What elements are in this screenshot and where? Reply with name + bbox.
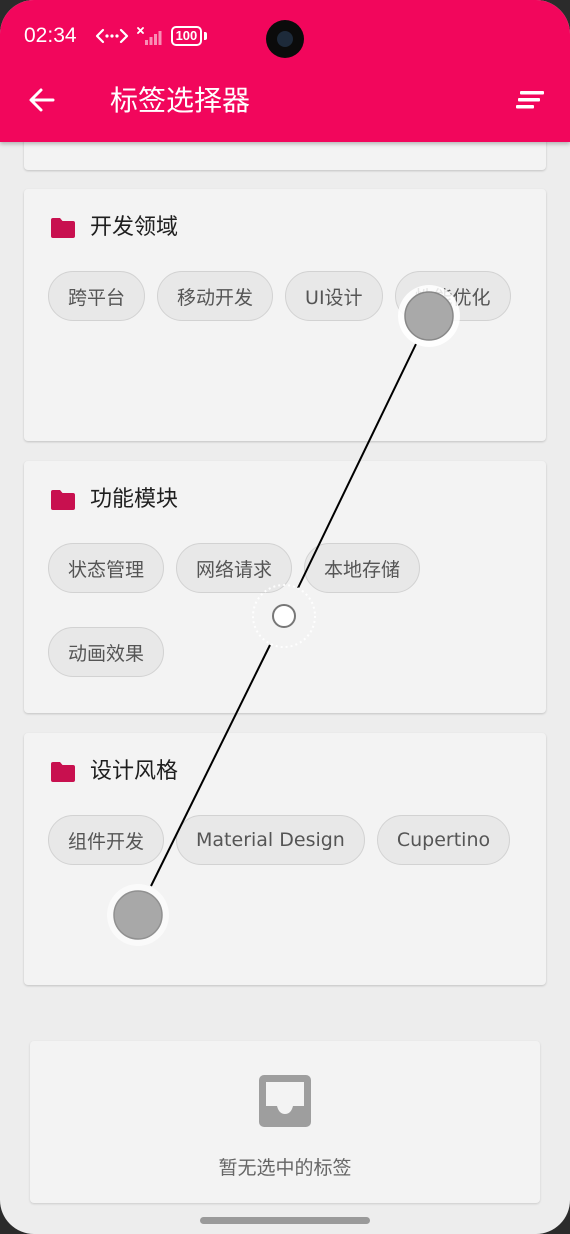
inbox-icon bbox=[259, 1075, 311, 1127]
status-bar: 02:34 100 bbox=[24, 22, 208, 50]
tag-chip[interactable]: 网络请求 bbox=[176, 543, 293, 593]
tag-chip[interactable]: Cupertino bbox=[376, 815, 511, 865]
data-transfer-icon bbox=[95, 28, 128, 44]
tag-chip[interactable]: Material Design bbox=[176, 815, 365, 865]
folder-icon bbox=[51, 218, 75, 238]
section-title: 功能模块 bbox=[90, 487, 179, 512]
tag-chip[interactable]: UI设计 bbox=[285, 271, 383, 321]
home-indicator[interactable] bbox=[200, 1217, 370, 1224]
section-title: 开发领域 bbox=[90, 215, 179, 240]
battery-icon: 100 bbox=[170, 26, 203, 46]
section-card-modules: 功能模块 状态管理 网络请求 本地存储 动画效果 bbox=[24, 461, 546, 713]
tag-chip[interactable]: 组件开发 bbox=[48, 815, 165, 865]
signal-icon bbox=[136, 27, 162, 45]
section-title: 设计风格 bbox=[90, 759, 179, 784]
tag-chip[interactable]: 本地存储 bbox=[304, 543, 421, 593]
sort-button[interactable] bbox=[512, 82, 548, 118]
status-time: 02:34 bbox=[24, 24, 77, 47]
section-header: 开发领域 bbox=[50, 213, 178, 243]
section-card-design: 设计风格 组件开发 Material Design Cupertino bbox=[24, 733, 546, 985]
section-card-development: 开发领域 跨平台 移动开发 UI设计 性能优化 bbox=[24, 189, 546, 441]
back-button[interactable] bbox=[22, 80, 62, 120]
tag-chip[interactable]: 性能优化 bbox=[394, 271, 511, 321]
section-header: 功能模块 bbox=[50, 485, 178, 515]
tag-chip[interactable]: 状态管理 bbox=[48, 543, 165, 593]
empty-state-text: 暂无选中的标签 bbox=[218, 1157, 352, 1179]
app-bar: 02:34 100 标签选择器 bbox=[0, 0, 570, 142]
front-camera bbox=[266, 20, 304, 58]
status-icons: 100 bbox=[95, 26, 208, 46]
folder-icon bbox=[51, 490, 75, 510]
section-header: 设计风格 bbox=[50, 757, 178, 787]
selected-tags-panel: 暂无选中的标签 bbox=[30, 1041, 540, 1203]
tag-list: 状态管理 网络请求 本地存储 动画效果 bbox=[48, 543, 528, 677]
tag-list: 跨平台 移动开发 UI设计 性能优化 bbox=[48, 271, 528, 321]
battery-cap bbox=[204, 32, 208, 40]
arrow-back-icon bbox=[29, 88, 55, 112]
tag-chip[interactable]: 动画效果 bbox=[48, 627, 165, 677]
tag-list: 组件开发 Material Design Cupertino bbox=[48, 815, 528, 865]
battery-level: 100 bbox=[175, 28, 198, 43]
phone-screen: 02:34 100 标签选择器 开发领域 跨平台 移动开发 UI设计 性能优化 … bbox=[0, 0, 570, 1234]
page-title: 标签选择器 bbox=[110, 84, 251, 117]
folder-icon bbox=[51, 762, 75, 782]
tag-chip[interactable]: 移动开发 bbox=[157, 271, 274, 321]
tag-chip[interactable]: 跨平台 bbox=[48, 271, 146, 321]
sort-icon bbox=[516, 91, 544, 109]
